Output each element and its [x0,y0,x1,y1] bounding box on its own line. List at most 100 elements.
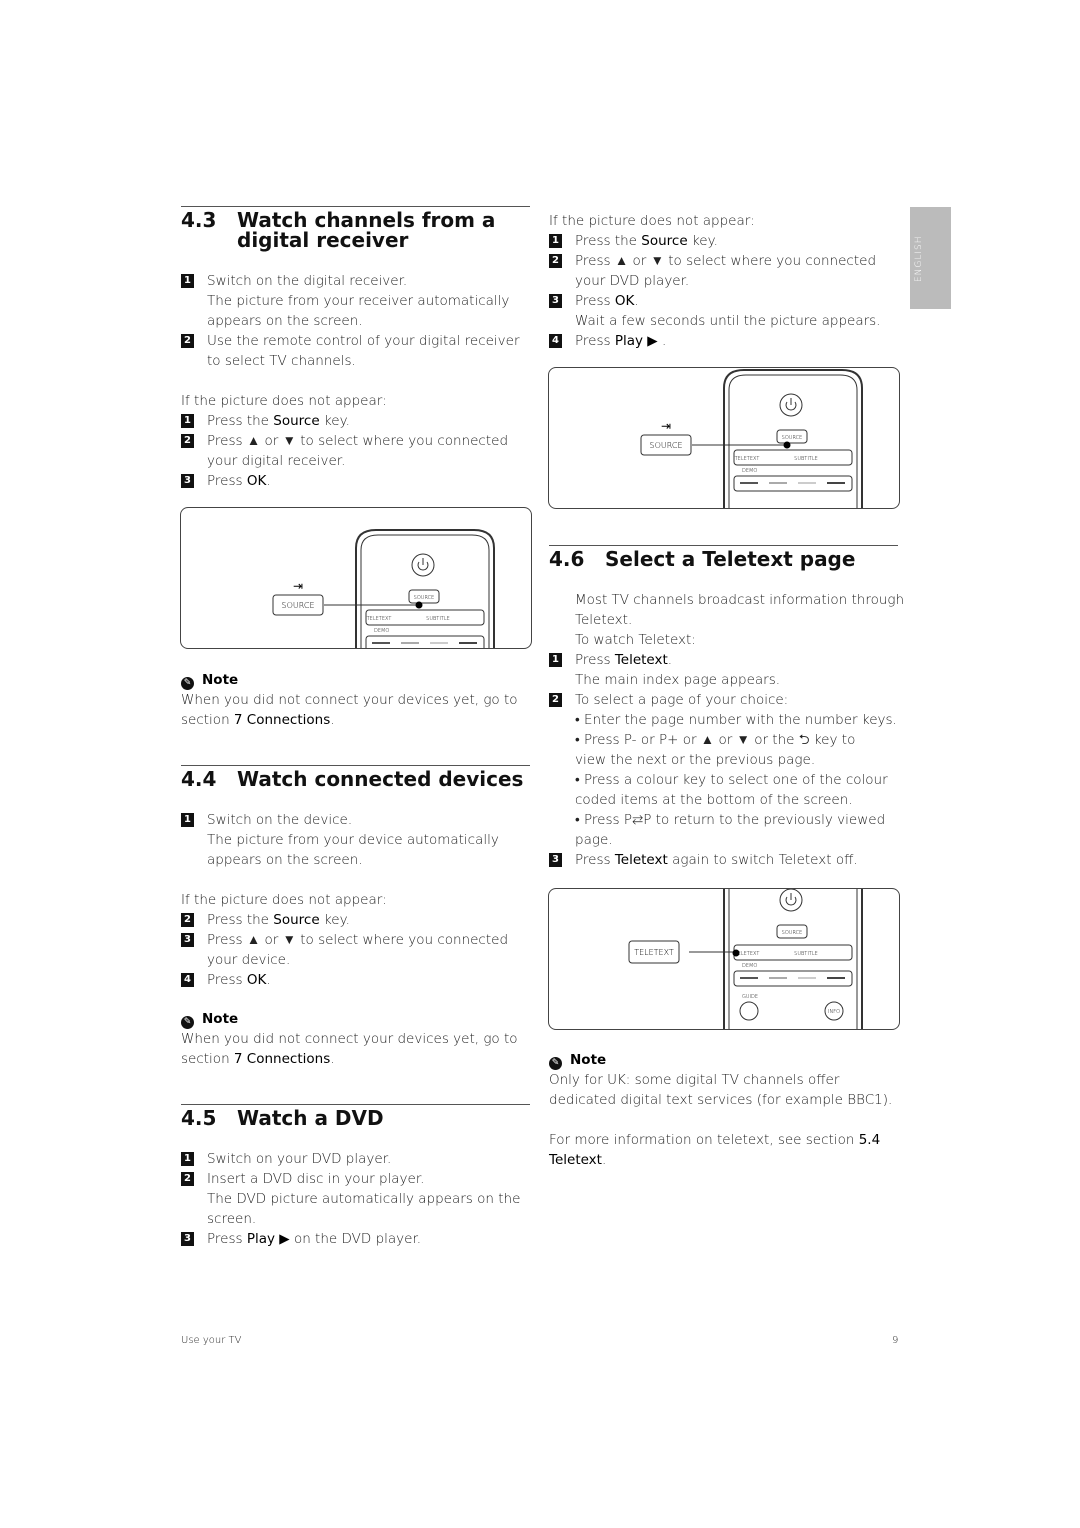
steps-list: 1 Switch on your DVD player. 2 Insert a DVD… [181,1149,531,1249]
step-line: view the next or the previous page. [575,752,816,768]
remote-teletext-figure: SOURCE TELETEXT SUBTITLE DEMO GUIDE INFO TELET… [548,888,900,1030]
steps-list: Most TV channels broadcast information t… [549,590,905,870]
step-number: 1 [181,414,194,428]
svg-text:DEMO: DEMO [742,963,757,969]
step-line: • Press a colour key to select one of th… [575,772,888,788]
step-number: 3 [181,474,194,488]
remote-source-figure: SOURCE TELETEXT SUBTITLE DEMO SOURCE ⇥ [180,507,532,649]
svg-text:DEMO: DEMO [374,628,389,634]
step-line: 3 Press ▲ or ▼ to select where you connec… [181,930,531,950]
step-line: 3 Press Play ▶ on the DVD player. [181,1229,531,1249]
connections-link[interactable]: 7 Connections [234,1051,330,1067]
step-line: 2 Use the remote control of your digital … [181,331,531,351]
step-number: 2 [181,334,194,348]
step-number: 3 [181,1232,194,1246]
step-line: Most TV channels broadcast information t… [575,592,905,608]
section-4-5-title: 4.5 Watch a DVD [181,1106,384,1130]
language-tab: ENGLISH [910,207,951,309]
step-number: 1 [549,234,562,248]
step-line: 4 Press OK. [181,970,531,990]
key-name: Source [273,413,320,429]
step-number: 1 [181,813,194,827]
note-icon: ✎ [181,677,194,690]
step-number: 2 [549,693,562,707]
step-number: 1 [549,653,562,667]
svg-text:SOURCE: SOURCE [782,435,803,441]
steps-list: 1 Switch on the digital receiver. The pict… [181,271,531,371]
step-line: appears on the screen. [207,313,363,329]
svg-text:⇥: ⇥ [661,419,671,433]
note: ✎ Note When you did not connect your devi… [181,672,518,728]
more-info: For more information on teletext, see se… [549,1132,881,1168]
step-line: • Press P- or P+ or ▲ or ▼ or the ⮌ key … [575,732,856,748]
svg-text:SOURCE: SOURCE [782,930,803,936]
step-line: 2 Press ▲ or ▼ to select where you connec… [181,431,531,451]
divider [181,765,530,766]
step-line: 2 To select a page of your choice: [549,690,899,710]
svg-text:SOURCE: SOURCE [414,595,435,601]
svg-text:TELETEXT: TELETEXT [367,616,392,622]
key-name: Play ▶ [614,333,658,349]
svg-text:DEMO: DEMO [742,468,757,474]
svg-text:INFO: INFO [828,1009,840,1015]
step-line: 4 Press Play ▶ . [549,331,899,351]
svg-text:SUBTITLE: SUBTITLE [794,456,818,462]
key-name: OK [246,972,267,988]
step-line: 3 Press OK. [549,291,899,311]
step-line: your device. [207,952,291,968]
step-line: 2 Press the Source key. [181,910,531,930]
step-line: 1 Press the Source key. [181,411,531,431]
step-line: The main index page appears. [575,672,781,688]
step-number: 1 [181,1152,194,1166]
step-line: • Press P⇆P to return to the previously … [575,812,886,828]
step-line: 2 Press ▲ or ▼ to select where you connec… [549,251,899,271]
step-line: appears on the screen. [207,852,363,868]
step-number: 2 [181,913,194,927]
step-line: 3 Press OK. [181,471,531,491]
remote-source-figure: SOURCE TELETEXT SUBTITLE DEMO SOURCE ⇥ [548,367,900,509]
step-line: coded items at the bottom of the screen. [575,792,853,808]
teletext-link[interactable]: Teletext [549,1152,602,1168]
page-number: 9 [892,1335,899,1346]
step-number: 3 [549,294,562,308]
step-number: 4 [549,334,562,348]
step-line: 1 Press Teletext. [549,650,899,670]
note-icon: ✎ [181,1016,194,1029]
manual-page: ENGLISH 4.3 Watch channels from a digital … [0,0,1080,1528]
step-line: 1 Switch on the digital receiver. [181,271,531,291]
footer-left: Use your TV [181,1335,242,1346]
svg-text:SOURCE: SOURCE [281,601,314,610]
section-4-4-title: 4.4 Watch connected devices [181,767,524,791]
svg-text:TELETEXT: TELETEXT [634,948,674,957]
step-line: 1 Switch on your DVD player. [181,1149,531,1169]
if-not-text: If the picture does not appear: [181,393,387,409]
step-number: 3 [181,933,194,947]
step-number: 2 [549,254,562,268]
step-number: 2 [181,1172,194,1186]
step-line: your DVD player. [575,273,690,289]
note-icon: ✎ [549,1057,562,1070]
step-line: 1 Switch on the device. [181,810,531,830]
step-line: page. [575,832,613,848]
divider [181,1104,530,1105]
step-line: To watch Teletext: [575,632,696,648]
step-line: 1 Press the Source key. [549,231,899,251]
svg-text:⇥: ⇥ [293,579,303,593]
if-not-text: If the picture does not appear: [181,892,387,908]
note: ✎ Note Only for UK: some digital TV chann… [549,1052,893,1108]
section-4-6-title: 4.6 Select a Teletext page [549,547,856,571]
steps-list: 1 Press the Source key. 2 Press ▲ or ▼ to s… [181,411,531,491]
svg-text:SUBTITLE: SUBTITLE [794,951,818,957]
step-line: The DVD picture automatically appears on… [207,1191,521,1207]
step-line: • Enter the page number with the number … [575,712,897,728]
key-name: Source [641,233,688,249]
divider [181,206,530,207]
connections-link[interactable]: 7 Connections [234,712,330,728]
section-link[interactable]: 5.4 [859,1132,880,1148]
step-line: Wait a few seconds until the picture app… [575,313,881,329]
step-number: 1 [181,274,194,288]
step-line: your digital receiver. [207,453,346,469]
steps-list: 1 Press the Source key. 2 Press ▲ or ▼ to s… [549,231,899,351]
step-line: The picture from your device automatical… [207,832,499,848]
divider [549,545,898,546]
